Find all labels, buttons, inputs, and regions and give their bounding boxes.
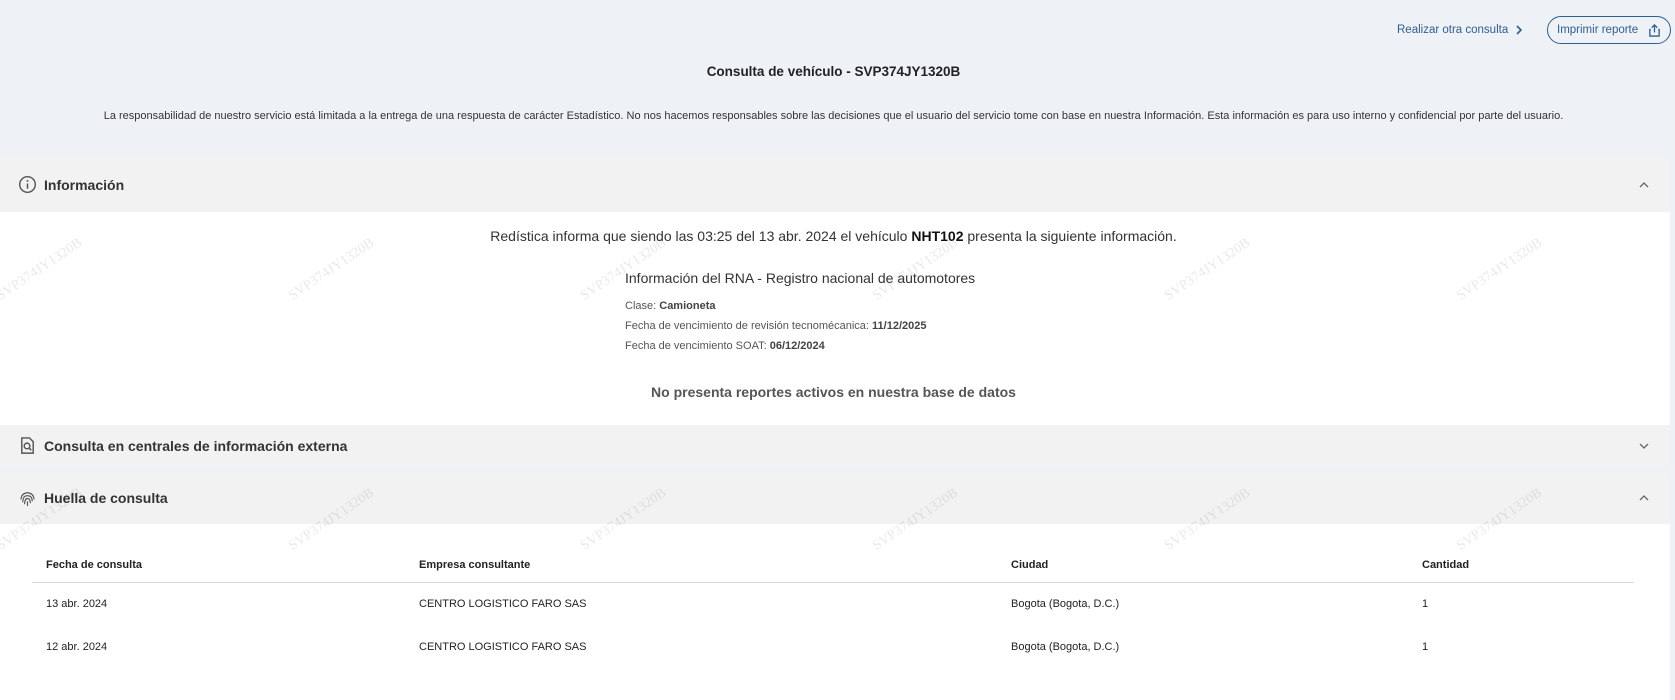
clase-label: Clase: xyxy=(625,300,657,312)
table-header-row: Fecha de consulta Empresa consultante Ci… xyxy=(32,548,1634,583)
vehicle-plate: NHT102 xyxy=(911,228,964,244)
share-icon xyxy=(1649,23,1660,37)
table-row: 12 abr. 2024 CENTRO LOGISTICO FARO SAS B… xyxy=(32,625,1634,668)
huella-section-header[interactable]: Huella de consulta xyxy=(0,472,1670,524)
informacion-label: Información xyxy=(44,176,125,193)
table-cell: Bogota (Bogota, D.C.) xyxy=(1011,597,1120,610)
rna-title: Información del RNA - Registro nacional … xyxy=(625,270,976,286)
no-reports-message: No presenta reportes activos en nuestra … xyxy=(651,384,1016,400)
column-header: Ciudad xyxy=(997,548,1408,583)
table-cell: 12 abr. 2024 xyxy=(46,640,108,653)
imprimir-reporte-button[interactable]: Imprimir reporte xyxy=(1547,16,1671,44)
table-cell: 13 abr. 2024 xyxy=(46,597,108,610)
page-title: Consulta de vehículo - SVP374JY1320B xyxy=(706,64,961,79)
centrales-label: Consulta en centrales de información ext… xyxy=(44,437,348,454)
imprimir-label: Imprimir reporte xyxy=(1557,24,1639,36)
table-cell: Bogota (Bogota, D.C.) xyxy=(1011,640,1120,653)
table-cell: CENTRO LOGISTICO FARO SAS xyxy=(419,597,587,610)
chevron-right-icon xyxy=(1516,25,1523,35)
info-icon xyxy=(17,175,37,195)
huella-panel: Fecha de consulta Empresa consultante Ci… xyxy=(0,524,1670,700)
search-document-icon xyxy=(17,436,37,456)
informacion-section-header[interactable]: Información xyxy=(0,157,1670,212)
centrales-section-header[interactable]: Consulta en centrales de información ext… xyxy=(0,425,1670,466)
disclaimer-text: La responsabilidad de nuestro servicio e… xyxy=(103,110,1564,122)
table-cell: CENTRO LOGISTICO FARO SAS xyxy=(419,640,587,653)
tecno-row: Fecha de vencimiento de revisión tecnomé… xyxy=(625,320,975,332)
intro-prefix: Redística informa que siendo las 03:25 d… xyxy=(490,228,908,244)
page-header: Realizar otra consulta Imprimir reporte … xyxy=(0,0,1675,155)
realizar-label: Realizar otra consulta xyxy=(1397,24,1509,36)
table-row: 13 abr. 2024 CENTRO LOGISTICO FARO SAS B… xyxy=(32,582,1634,625)
informacion-panel: Redística informa que siendo las 03:25 d… xyxy=(0,212,1670,425)
chevron-up-icon[interactable] xyxy=(1638,179,1650,191)
chevron-up-icon[interactable] xyxy=(1638,492,1650,504)
table-cell: 1 xyxy=(1422,640,1429,653)
table-cell: 1 xyxy=(1422,597,1429,610)
tecno-value: 11/12/2025 xyxy=(872,320,927,332)
tecno-label: Fecha de vencimiento de revisión tecnomé… xyxy=(625,320,869,332)
column-header: Empresa consultante xyxy=(405,548,997,583)
realizar-otra-consulta-link[interactable]: Realizar otra consulta xyxy=(1397,24,1524,36)
info-intro: Redística informa que siendo las 03:25 d… xyxy=(0,228,1667,244)
clase-value: Camioneta xyxy=(659,300,716,312)
rna-block: Información del RNA - Registro nacional … xyxy=(625,270,975,360)
column-header: Fecha de consulta xyxy=(32,548,405,583)
soat-label: Fecha de vencimiento SOAT: xyxy=(625,340,767,352)
huella-table: Fecha de consulta Empresa consultante Ci… xyxy=(32,548,1634,668)
clase-row: Clase: Camioneta xyxy=(625,300,975,312)
chevron-down-icon[interactable] xyxy=(1638,440,1650,452)
intro-suffix: presenta la siguiente información. xyxy=(967,228,1177,244)
column-header: Cantidad xyxy=(1408,548,1634,583)
fingerprint-icon xyxy=(17,488,37,508)
soat-row: Fecha de vencimiento SOAT: 06/12/2024 xyxy=(625,340,975,352)
soat-value: 06/12/2024 xyxy=(769,340,825,352)
huella-label: Huella de consulta xyxy=(44,490,168,506)
